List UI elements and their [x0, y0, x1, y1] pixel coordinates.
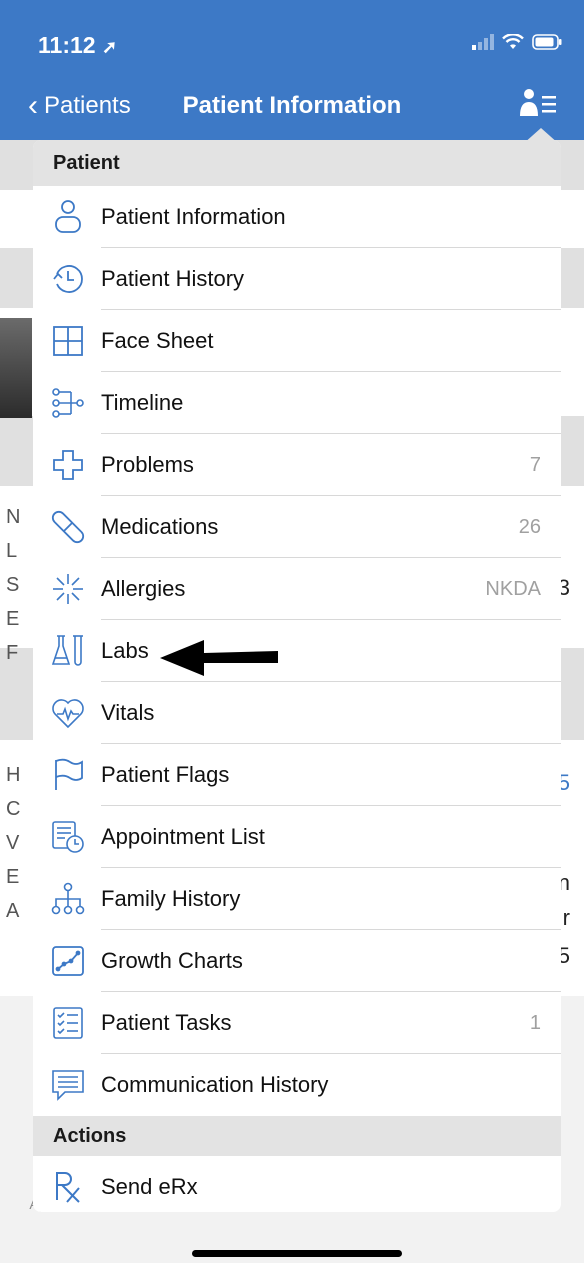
menu-item-problems[interactable]: Problems 7 — [33, 434, 561, 496]
pill-icon — [51, 510, 85, 544]
page-title: Patient Information — [182, 92, 402, 119]
person-list-icon — [520, 89, 556, 116]
lab-flask-icon — [51, 634, 85, 668]
patient-photo — [0, 318, 32, 418]
section-header-actions: Actions — [33, 1116, 561, 1156]
growth-chart-icon — [51, 944, 85, 978]
allergy-burst-icon — [51, 572, 85, 606]
checklist-icon — [51, 1006, 85, 1040]
patient-menu-button[interactable] — [520, 88, 558, 123]
menu-item-timeline[interactable]: Timeline — [33, 372, 561, 434]
annotation-arrow-icon — [160, 640, 278, 676]
menu-item-patient-flags[interactable]: Patient Flags — [33, 744, 561, 806]
appointment-list-icon — [51, 820, 85, 854]
status-icons — [472, 34, 562, 50]
grid-icon — [51, 324, 85, 358]
app-header: 11:12 ➚ ‹ Patients Patient Information — [0, 0, 584, 140]
status-time: 11:12 ➚ — [38, 32, 118, 58]
flag-icon — [51, 758, 85, 792]
bg-right-letter: r — [562, 905, 570, 930]
menu-item-family-history[interactable]: Family History — [33, 868, 561, 930]
patient-popover-menu: Patient Patient Information Patient Hist… — [33, 140, 561, 1212]
menu-item-labs[interactable]: Labs — [33, 620, 561, 682]
menu-item-appointment-list[interactable]: Appointment List — [33, 806, 561, 868]
section-header-patient: Patient — [33, 140, 561, 186]
menu-item-medications[interactable]: Medications 26 — [33, 496, 561, 558]
home-indicator — [192, 1250, 402, 1257]
timeline-icon — [51, 386, 85, 420]
signal-icon — [472, 34, 494, 50]
menu-item-communication-history[interactable]: Communication History — [33, 1054, 561, 1116]
menu-item-send-erx[interactable]: Send eRx — [33, 1156, 561, 1212]
menu-item-patient-tasks[interactable]: Patient Tasks 1 — [33, 992, 561, 1054]
menu-item-patient-information[interactable]: Patient Information — [33, 186, 561, 248]
menu-item-vitals[interactable]: Vitals — [33, 682, 561, 744]
bg-left-letters-2: H C V E A — [6, 764, 21, 922]
menu-item-allergies[interactable]: Allergies NKDA — [33, 558, 561, 620]
location-arrow-icon: ➚ — [101, 37, 118, 57]
rx-icon — [51, 1170, 85, 1204]
menu-item-patient-history[interactable]: Patient History — [33, 248, 561, 310]
bg-left-letters-1: N L S E F — [6, 506, 21, 664]
medical-cross-icon — [51, 448, 85, 482]
person-icon — [51, 200, 85, 234]
menu-item-growth-charts[interactable]: Growth Charts — [33, 930, 561, 992]
family-tree-icon — [51, 882, 85, 916]
battery-icon — [532, 34, 562, 50]
menu-item-face-sheet[interactable]: Face Sheet — [33, 310, 561, 372]
wifi-icon — [502, 34, 524, 49]
heartbeat-icon — [51, 696, 85, 730]
history-clock-icon — [51, 262, 85, 296]
chat-icon — [51, 1068, 85, 1102]
